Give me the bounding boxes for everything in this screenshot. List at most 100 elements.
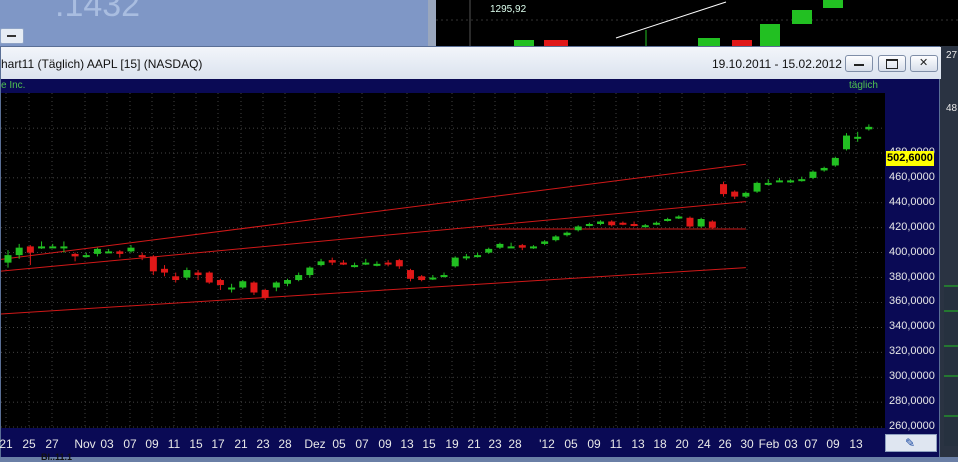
x-axis-tick-label: 05 [332, 437, 346, 451]
candle-body [149, 256, 157, 272]
candle-body [317, 261, 325, 266]
candle-body [574, 226, 582, 231]
y-axis-tick-label: 320,0000 [889, 345, 935, 358]
last-price-label: 502,6000 [887, 152, 933, 164]
right-edge-mark: 27 [946, 50, 958, 61]
candle-body [60, 246, 68, 249]
candle-body [585, 223, 593, 226]
candle-body [26, 246, 34, 253]
candle [843, 133, 850, 151]
x-axis-tick-label: 18 [653, 437, 667, 451]
bottom-tab[interactable]: Bl..11.1 [41, 452, 72, 462]
candle-body [462, 256, 470, 259]
candle-body [205, 272, 213, 283]
pencil-icon: ✎ [905, 436, 916, 450]
y-axis-tick-label: 260,0000 [889, 420, 935, 432]
y-axis-tick-label: 460,0000 [889, 170, 935, 183]
x-axis-tick-label: 13 [400, 437, 414, 451]
window-titlebar[interactable]: hart11 (Täglich) AAPL [15] (NASDAQ) 19.1… [1, 47, 941, 79]
x-axis-tick-label: 09 [378, 437, 392, 451]
x-axis-tick-label: 28 [278, 437, 292, 451]
candle-body [608, 221, 616, 226]
candle-body [362, 262, 370, 265]
candle-body [720, 184, 728, 195]
y-axis-tick-label: 440,0000 [889, 195, 935, 208]
candle-body [652, 222, 660, 225]
candle-body [384, 262, 392, 265]
background-price-text: .1432 [55, 0, 141, 24]
candle-body [843, 135, 850, 150]
candle-body [239, 281, 247, 288]
candle-body [641, 225, 649, 228]
x-axis-tick-label: 28 [508, 437, 522, 451]
candle-body [753, 182, 761, 192]
window-title: hart11 (Täglich) AAPL [15] (NASDAQ) [1, 57, 203, 71]
candle-body [418, 276, 426, 281]
candle-body [194, 272, 202, 276]
candle-body [395, 260, 403, 267]
candle-body [854, 136, 862, 139]
minimize-button[interactable] [845, 55, 873, 72]
candle-body [630, 223, 638, 226]
candle-body [116, 251, 124, 254]
y-axis-tick-label: 300,0000 [889, 370, 935, 383]
candle [697, 217, 705, 228]
x-axis-tick-label: 17 [211, 437, 225, 451]
candle-body [228, 287, 236, 290]
y-axis-tick-label: 420,0000 [889, 220, 935, 233]
bg-candle [698, 38, 720, 46]
chart-window: hart11 (Täglich) AAPL [15] (NASDAQ) 19.1… [0, 46, 941, 462]
x-axis-tick-label: 15 [422, 437, 436, 451]
candlestick-chart[interactable] [1, 79, 939, 457]
x-axis-tick-label: Feb [758, 437, 780, 451]
candle-body [686, 217, 694, 227]
x-axis-tick-label: 09 [587, 437, 601, 451]
candle-body [440, 275, 448, 278]
candle-body [172, 276, 180, 281]
x-axis-tick-label: 03 [784, 437, 798, 451]
x-axis-tick-label: 30 [740, 437, 754, 451]
maximize-button[interactable] [878, 55, 906, 72]
candle-body [351, 265, 359, 268]
bg-candle [760, 24, 780, 46]
candle-body [865, 126, 873, 130]
x-axis-tick-label: 07 [355, 437, 369, 451]
candle [809, 170, 817, 180]
candle-body [328, 260, 336, 263]
candle-body [284, 280, 291, 284]
x-axis-tick-label: 23 [256, 437, 270, 451]
close-button[interactable] [910, 55, 938, 72]
candle-body [138, 255, 146, 258]
candle-body [619, 222, 627, 225]
x-axis-tick-label: 15 [189, 437, 203, 451]
candle-body [787, 180, 795, 183]
y-axis-tick-label: 360,0000 [889, 295, 935, 308]
y-axis-tick-label: 340,0000 [889, 320, 935, 333]
candle [831, 156, 839, 167]
window-divider[interactable] [428, 0, 436, 46]
y-axis-tick-label: 280,0000 [889, 395, 935, 408]
candle-body [161, 268, 169, 273]
candle-body [552, 236, 560, 241]
x-axis-tick-label: 07 [123, 437, 137, 451]
candle-body [93, 248, 101, 254]
candle-body [820, 167, 828, 171]
background-minimize-button[interactable] [0, 28, 24, 44]
x-axis-tick-label: Nov [74, 437, 96, 451]
x-axis-tick-label: 11 [609, 437, 623, 451]
x-axis-tick-label: 25 [22, 437, 36, 451]
candle-body [250, 282, 258, 293]
candle-body [105, 251, 113, 254]
stock-name: e Inc. [1, 80, 26, 91]
candle-body [4, 255, 12, 263]
right-edge-mark: 48 [946, 103, 958, 114]
candle-body [261, 290, 269, 298]
candle-body [496, 243, 504, 248]
background-window-left: .1432 [0, 0, 428, 46]
background-price-label: 1295,92 [490, 4, 527, 15]
candle-body [71, 253, 79, 257]
candle-body [529, 246, 537, 249]
x-axis-tick-label: 21 [234, 437, 248, 451]
x-axis-tick-label: 05 [564, 437, 578, 451]
candle-body [809, 171, 817, 178]
